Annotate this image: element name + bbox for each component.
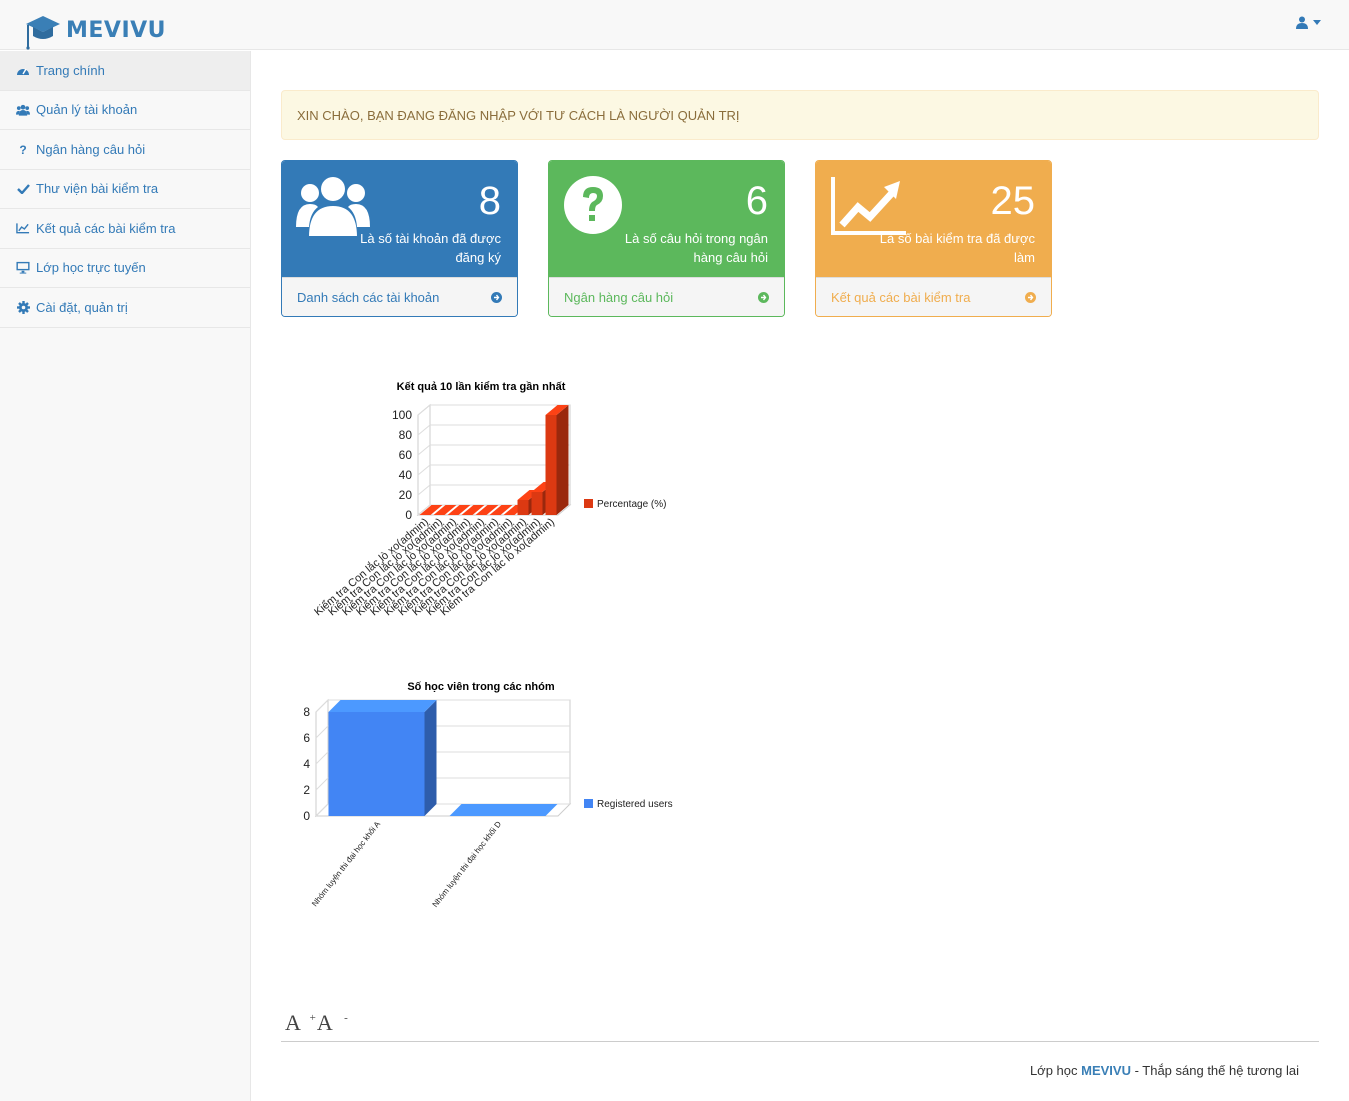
accounts-link[interactable]: Danh sách các tài khoản: [282, 277, 517, 316]
accounts-panel: 8 Là số tài khoản đã được đăng ký Danh s…: [281, 160, 518, 317]
y-tick-label: 8: [303, 705, 310, 719]
y-tick-label: 80: [399, 428, 413, 442]
chart-title: Số học viên trong các nhóm: [407, 681, 555, 693]
sidebar-item-test-results[interactable]: Kết quả các bài kiểm tra: [0, 209, 250, 249]
questions-count: 6: [745, 179, 768, 223]
y-tick-label: 0: [405, 508, 412, 522]
y-tick-label: 0: [303, 809, 310, 823]
footer-brand: MEVIVU: [1081, 1063, 1131, 1078]
sidebar-item-accounts[interactable]: Quản lý tài khoản: [0, 91, 250, 130]
y-tick-label: 4: [303, 757, 310, 771]
alert-text: XIN CHÀO, BẠN ĐANG ĐĂNG NHẬP VỚI TƯ CÁCH…: [297, 107, 740, 123]
bar-side: [556, 405, 569, 515]
brand[interactable]: MEVIVU: [24, 14, 166, 50]
group-members-chart-svg: 0 2 4 6 8 Nhóm luyện thi đại học khối A Nhóm l…: [303, 681, 673, 909]
questions-panel: 6 Là số câu hỏi trong ngân hàng câu hỏi …: [548, 160, 785, 317]
users-icon: [16, 103, 30, 117]
user-menu-toggle[interactable]: [1296, 16, 1321, 29]
check-icon: [16, 182, 30, 196]
questions-link-label: Ngân hàng câu hỏi: [564, 290, 674, 305]
tests-count: 25: [990, 179, 1036, 223]
brand-name: MEVIVU: [66, 17, 167, 43]
sidebar-item-question-bank[interactable]: ? Ngân hàng câu hỏi: [0, 130, 250, 170]
y-tick-label: 40: [399, 468, 413, 482]
accounts-count: 8: [478, 179, 501, 223]
panel-heading: 25 Là số bài kiểm tra đã được làm: [816, 161, 1051, 277]
chart-title: Kết quả 10 lần kiểm tra gần nhất: [397, 381, 566, 393]
font-size-controls: A + A-: [285, 1010, 348, 1036]
top-navbar: MEVIVU: [0, 0, 1349, 50]
x-tick-label: Nhóm luyện thi đại học khối A: [310, 819, 382, 908]
question-icon: ?: [16, 142, 30, 156]
bar-side: [424, 700, 437, 816]
sidebar: Trang chính Quản lý tài khoản ? Ngân hàn…: [0, 51, 251, 1101]
legend-label: Percentage (%): [597, 499, 666, 510]
y-tick-label: 100: [392, 408, 412, 422]
accounts-desc: Là số tài khoản đã được đăng ký: [360, 231, 501, 265]
welcome-alert: XIN CHÀO, BẠN ĐANG ĐĂNG NHẬP VỚI TƯ CÁCH…: [281, 90, 1319, 140]
graduation-cap-icon: [26, 16, 60, 50]
area-chart-icon: [831, 177, 906, 235]
arrow-circle-right-icon: [491, 292, 502, 303]
bar: [517, 500, 529, 515]
desktop-icon: [16, 261, 30, 275]
user-icon: [1296, 16, 1308, 29]
sidebar-item-label: Ngân hàng câu hỏi: [36, 141, 146, 157]
footer: Lớp học MEVIVU - Thắp sáng thế hệ tương …: [1029, 1063, 1299, 1078]
recent-tests-chart: 0 20 40 60 80 100 Kiểm tra Con lắc lò xo(admin…: [300, 370, 720, 620]
footer-divider: [281, 1041, 1319, 1042]
y-tick-label: 60: [399, 448, 413, 462]
arrow-circle-right-icon: [1025, 292, 1036, 303]
tests-link-label: Kết quả các bài kiểm tra: [831, 290, 971, 305]
sidebar-item-settings[interactable]: Cài đặt, quản trị: [0, 288, 250, 328]
sidebar-item-online-class[interactable]: Lớp học trực tuyến: [0, 249, 250, 288]
sidebar-item-label: Kết quả các bài kiểm tra: [36, 220, 176, 236]
gear-icon: [16, 300, 30, 314]
arrow-circle-right-icon: [758, 292, 769, 303]
question-circle-icon: [564, 176, 622, 234]
legend-swatch: [584, 799, 593, 808]
x-tick-label: Nhóm luyện thi đại học khối D: [431, 820, 504, 909]
accounts-link-label: Danh sách các tài khoản: [297, 290, 440, 305]
sidebar-item-label: Trang chính: [36, 62, 105, 78]
panel-heading: 6 Là số câu hỏi trong ngân hàng câu hỏi: [549, 161, 784, 277]
font-decrease-button[interactable]: A-: [317, 1010, 348, 1036]
recent-tests-chart-svg: 020406080100Kiểm tra Con lắc lò xo(admin…: [312, 381, 667, 618]
y-tick-label: 20: [399, 488, 413, 502]
svg-text:?: ?: [19, 143, 26, 155]
questions-desc: Là số câu hỏi trong ngân hàng câu hỏi: [624, 231, 768, 265]
sidebar-item-test-library[interactable]: Thư viện bài kiểm tra: [0, 170, 250, 209]
chart-side-wall: [417, 403, 431, 517]
chevron-down-icon: [1313, 20, 1321, 25]
panel-heading: 8 Là số tài khoản đã được đăng ký: [282, 161, 517, 277]
sidebar-item-label: Cài đặt, quản trị: [36, 299, 128, 315]
y-tick-label: 6: [303, 731, 310, 745]
tests-panel: 25 Là số bài kiểm tra đã được làm Kết qu…: [815, 160, 1052, 317]
legend-label: Registered users: [597, 799, 673, 810]
sidebar-item-label: Quản lý tài khoản: [36, 102, 138, 118]
bar: [531, 492, 543, 515]
tests-link[interactable]: Kết quả các bài kiểm tra: [816, 277, 1051, 316]
sidebar-item-dashboard[interactable]: Trang chính: [0, 51, 250, 91]
bar: [328, 712, 425, 816]
bar: [545, 415, 557, 515]
line-chart-icon: [16, 221, 30, 235]
questions-link[interactable]: Ngân hàng câu hỏi: [549, 277, 784, 316]
bar-top: [449, 804, 558, 816]
users-icon: [296, 177, 370, 237]
tests-desc: Là số bài kiểm tra đã được làm: [879, 231, 1035, 265]
font-increase-button[interactable]: A +: [285, 1010, 316, 1036]
group-members-chart: 0 2 4 6 8 Nhóm luyện thi đại học khối A Nhóm l…: [280, 672, 700, 922]
dashboard-icon: [16, 63, 30, 77]
sidebar-item-label: Thư viện bài kiểm tra: [36, 181, 159, 197]
y-tick-label: 2: [303, 783, 310, 797]
sidebar-item-label: Lớp học trực tuyến: [36, 260, 146, 276]
bar-top: [328, 700, 437, 712]
legend-swatch: [584, 499, 593, 508]
